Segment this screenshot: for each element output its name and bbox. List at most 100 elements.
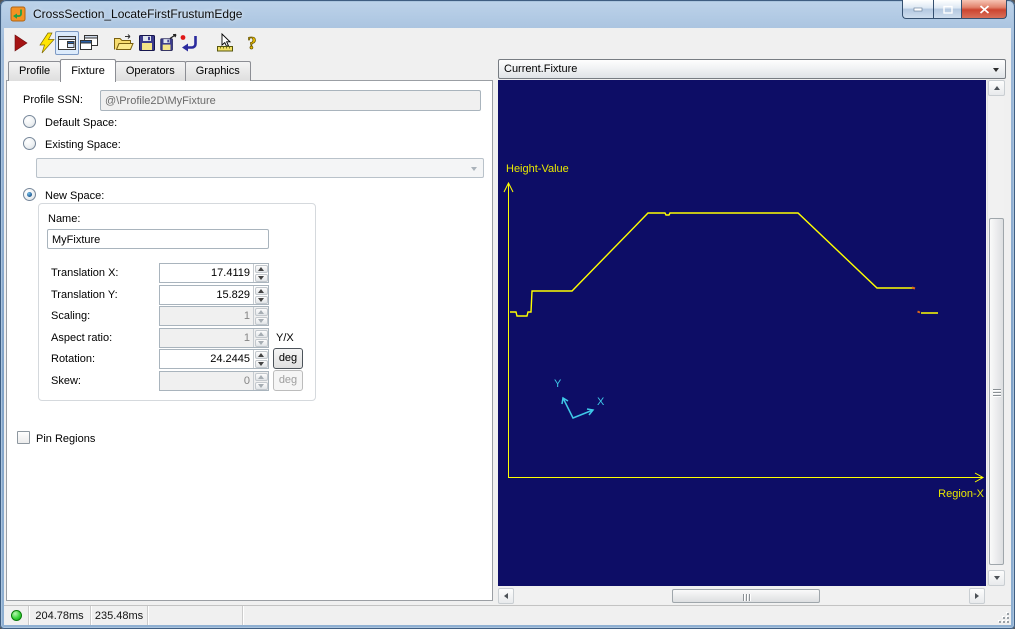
rotation-label: Rotation: [51, 352, 95, 366]
rotation-deg-button[interactable]: deg [273, 348, 303, 369]
plot-background [498, 80, 986, 586]
tab-operators-label: Operators [126, 65, 175, 77]
translation-y-label: Translation Y: [51, 288, 118, 302]
space-marker-y-label: Y [554, 378, 562, 390]
down-arrow-icon [258, 384, 264, 388]
spin-buttons [253, 329, 268, 347]
existing-space-radio[interactable] [23, 137, 36, 150]
close-button[interactable] [962, 0, 1007, 19]
tab-fixture-label: Fixture [71, 65, 105, 77]
plot-vertical-scrollbar[interactable] [987, 80, 1004, 586]
edge-marker-tick [918, 312, 921, 313]
x-axis-label: Region-X [938, 488, 985, 500]
status-empty-cell [148, 606, 243, 625]
minimize-button[interactable] [902, 0, 933, 19]
down-arrow-icon [994, 576, 1000, 580]
up-arrow-icon [258, 353, 264, 357]
aspect-ratio-input [160, 329, 253, 347]
maximize-icon [943, 5, 953, 14]
scroll-right-button[interactable] [969, 588, 985, 604]
right-arrow-icon [975, 593, 979, 599]
y-axis-label: Height-Value [506, 163, 569, 175]
tab-graphics[interactable]: Graphics [185, 61, 251, 81]
fixture-selector-value: Current.Fixture [504, 63, 577, 75]
maximize-button[interactable] [933, 0, 962, 19]
spin-up-button [255, 330, 268, 338]
up-arrow-icon [258, 310, 264, 314]
help-icon: ? [241, 32, 263, 54]
save-icon [136, 32, 158, 54]
spin-down-button [255, 317, 268, 325]
fixture-plot-canvas[interactable]: Height-Value Region-X Y X [498, 80, 986, 586]
spin-buttons [253, 307, 268, 325]
status-timing-2: 235.48ms [91, 606, 148, 625]
scroll-down-button[interactable] [988, 570, 1005, 586]
spin-down-button[interactable] [255, 274, 268, 282]
app-window: CrossSection_LocateFirstFrustumEdge [0, 0, 1015, 629]
translation-x-input[interactable] [160, 264, 253, 282]
tab-operators[interactable]: Operators [115, 61, 186, 81]
status-indicator [11, 610, 22, 621]
pin-regions-checkbox[interactable] [17, 431, 30, 444]
resize-grip[interactable] [997, 611, 1010, 624]
scaling-label: Scaling: [51, 309, 90, 323]
existing-space-label: Existing Space: [45, 138, 121, 152]
name-field[interactable] [47, 229, 269, 249]
horizontal-scroll-thumb[interactable] [672, 589, 820, 603]
spin-buttons [253, 264, 268, 282]
default-space-radio[interactable] [23, 115, 36, 128]
status-timing-1-text: 204.78ms [35, 610, 83, 622]
client-area: ? Profile Fixture Operators Graphics Pro… [4, 28, 1011, 625]
open-button[interactable] [111, 31, 135, 55]
profile-ssn-field [100, 90, 481, 111]
up-arrow-icon [258, 289, 264, 293]
up-arrow-icon [994, 86, 1000, 90]
profile-ssn-label: Profile SSN: [23, 93, 83, 107]
help-button[interactable]: ? [240, 31, 264, 55]
skew-spinner [159, 371, 269, 391]
translation-y-input[interactable] [160, 286, 253, 304]
fixture-tab-page: Profile SSN: Default Space: Existing Spa… [6, 80, 493, 601]
translation-x-spinner[interactable] [159, 263, 269, 283]
fixture-selector[interactable]: Current.Fixture [498, 59, 1006, 79]
chevron-down-icon [471, 167, 477, 171]
tab-profile-label: Profile [19, 65, 50, 77]
new-space-radio[interactable] [23, 188, 36, 201]
translation-y-spinner[interactable] [159, 285, 269, 305]
measure-button[interactable] [213, 31, 237, 55]
cascade-windows-button[interactable] [77, 31, 101, 55]
rotation-spinner[interactable] [159, 349, 269, 369]
vertical-scroll-thumb[interactable] [989, 218, 1004, 565]
open-folder-icon [112, 32, 134, 54]
svg-text:?: ? [248, 33, 257, 53]
tab-fixture[interactable]: Fixture [60, 59, 116, 82]
name-input[interactable] [48, 231, 268, 249]
plot-horizontal-scrollbar[interactable] [498, 588, 985, 604]
skew-label: Skew: [51, 374, 81, 388]
panel-view-icon [56, 32, 78, 54]
scroll-up-button[interactable] [988, 80, 1005, 96]
status-timing-1: 204.78ms [29, 606, 91, 625]
existing-space-select [36, 158, 484, 178]
name-label: Name: [48, 212, 80, 226]
spin-up-button[interactable] [255, 287, 268, 295]
close-icon [979, 5, 990, 14]
tab-profile[interactable]: Profile [8, 61, 61, 81]
scaling-spinner [159, 306, 269, 326]
spin-down-button[interactable] [255, 296, 268, 304]
titlebar[interactable]: CrossSection_LocateFirstFrustumEdge [0, 0, 1015, 28]
aspect-ratio-spinner [159, 328, 269, 348]
status-timing-2-text: 235.48ms [95, 610, 143, 622]
run-button[interactable] [8, 31, 32, 55]
scroll-left-button[interactable] [498, 588, 514, 604]
revert-button[interactable] [177, 31, 201, 55]
panel-view-button[interactable] [55, 31, 79, 55]
spin-up-button[interactable] [255, 265, 268, 273]
new-space-groupbox: Name: Translation X: Translation Y: [38, 203, 316, 401]
down-arrow-icon [258, 298, 264, 302]
spin-down-button[interactable] [255, 360, 268, 368]
rotation-input[interactable] [160, 350, 253, 368]
spin-up-button[interactable] [255, 351, 268, 359]
default-space-label: Default Space: [45, 116, 117, 130]
pin-regions-label: Pin Regions [36, 432, 95, 446]
